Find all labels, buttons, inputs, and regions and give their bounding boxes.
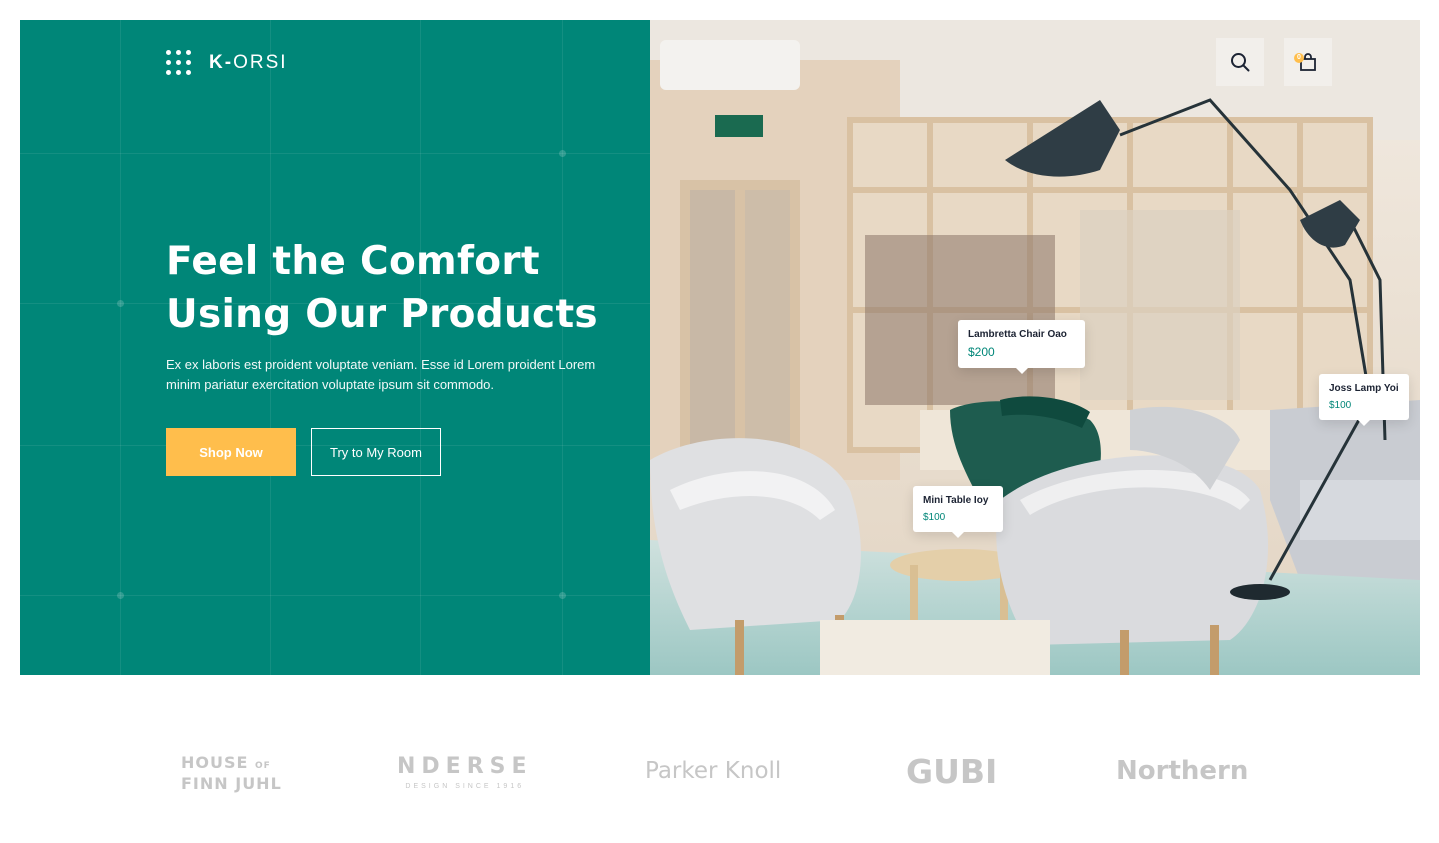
brand-house-of: OF	[255, 761, 271, 771]
logo-text-bold: K-	[209, 51, 234, 73]
cart-button[interactable]: 0	[1284, 38, 1332, 86]
brand-nderse-sub: DESIGN SINCE 1916	[405, 783, 525, 790]
brand-logo-parker-knoll[interactable]: Parker Knoll	[645, 758, 781, 784]
grid-line	[20, 153, 650, 154]
product-tag-lamp[interactable]: Joss Lamp Yoi $100	[1319, 374, 1409, 426]
search-button[interactable]	[1216, 38, 1264, 86]
grid-dot	[559, 592, 566, 599]
brand-logo[interactable]: K-ORSI	[166, 50, 288, 75]
product-tag-price: $200	[968, 345, 995, 359]
logo-text: K-ORSI	[209, 52, 288, 74]
brand-logos-row: HOUSE OF FINN JUHL NDERSE DESIGN SINCE 1…	[0, 740, 1439, 810]
brand-parker-text: Parker Knoll	[645, 758, 782, 784]
hero-image-panel: 0 Lambretta Chair Oao $200 Joss Lamp Yoi…	[650, 20, 1420, 675]
product-tag-name: Lambretta Chair Oao	[968, 329, 1067, 340]
product-tag-table[interactable]: Mini Table Ioy $100	[913, 486, 1003, 538]
grid-dot	[559, 150, 566, 157]
brand-logo-northern[interactable]: Northern	[1116, 756, 1248, 786]
brand-northern-text: Northern	[1116, 756, 1249, 786]
product-tag-name: Mini Table Ioy	[923, 495, 989, 506]
logo-text-light: ORSI	[233, 51, 288, 73]
headline-line-1: Feel the Comfort	[166, 239, 540, 284]
shop-now-button[interactable]: Shop Now	[166, 428, 296, 476]
brand-logo-gubi[interactable]: GUBI	[906, 752, 997, 791]
brand-logo-house-of-finn-juhl[interactable]: HOUSE OF FINN JUHL	[181, 754, 282, 793]
hero-left-panel: K-ORSI Feel the Comfort Using Our Produc…	[20, 20, 650, 675]
headline-line-2: Using Our Products	[166, 292, 598, 337]
grid-line	[270, 20, 271, 675]
hero-headline: Feel the Comfort Using Our Products	[166, 235, 636, 341]
dots-grid-icon	[166, 50, 191, 75]
cart-count-badge: 0	[1294, 53, 1304, 63]
grid-line	[420, 20, 421, 675]
grid-line	[562, 20, 563, 675]
product-tag-price: $100	[923, 512, 946, 523]
brand-house-line2: FINN JUHL	[181, 774, 282, 793]
brand-logo-nderse[interactable]: NDERSE DESIGN SINCE 1916	[397, 754, 533, 790]
product-tag-name: Joss Lamp Yoi	[1329, 383, 1399, 394]
brand-nderse-text: NDERSE	[397, 754, 533, 779]
grid-line	[120, 20, 121, 675]
search-icon	[1231, 53, 1250, 72]
brand-house-line1: HOUSE	[181, 753, 249, 772]
grid-dot	[117, 592, 124, 599]
product-tag-price: $100	[1329, 400, 1352, 411]
grid-dot	[117, 300, 124, 307]
product-tag-chair[interactable]: Lambretta Chair Oao $200	[958, 320, 1085, 374]
hero-subtext: Ex ex laboris est proident voluptate ven…	[166, 357, 596, 392]
grid-line	[20, 595, 650, 596]
try-to-my-room-button[interactable]: Try to My Room	[311, 428, 441, 476]
brand-gubi-text: GUBI	[906, 752, 998, 791]
hero-section: K-ORSI Feel the Comfort Using Our Produc…	[20, 20, 1420, 675]
